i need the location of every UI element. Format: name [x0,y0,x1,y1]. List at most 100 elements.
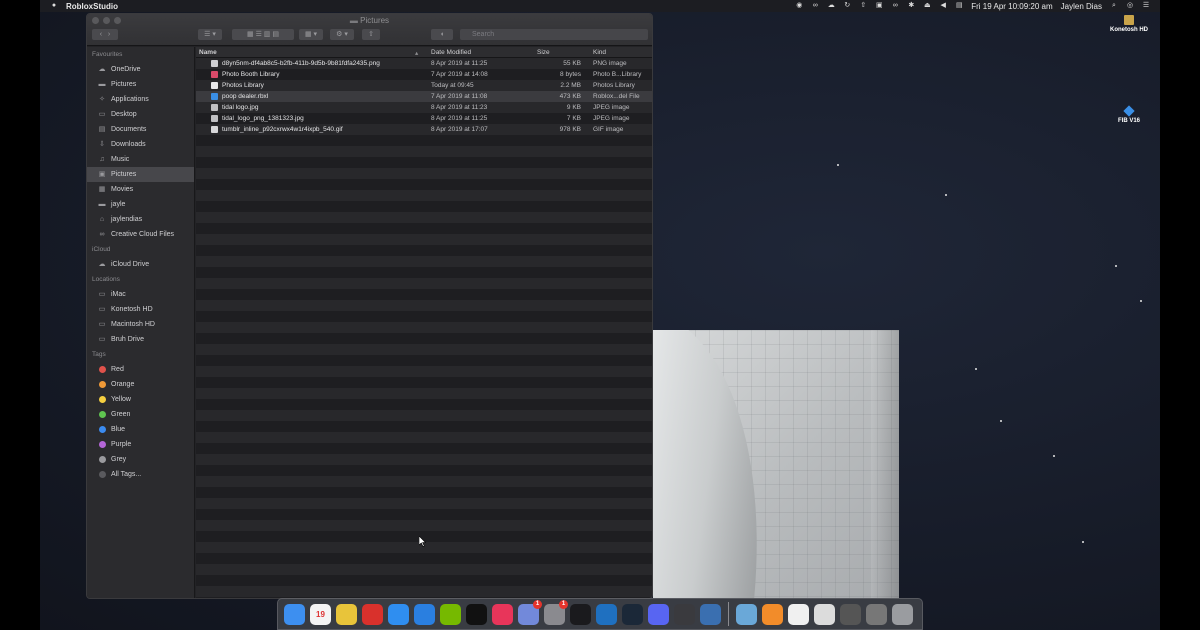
window-thumbnail-icon[interactable] [814,603,835,625]
calendar-icon[interactable]: 19 [310,603,331,625]
sidebar-item-movies[interactable]: ▦ Movies [87,182,194,197]
file-kind: Photos Library [593,82,635,89]
drive-icon [1124,15,1134,25]
tags-button[interactable]: ◖ [431,29,453,40]
sidebar-item-pictures[interactable]: ▣ Pictures [87,167,194,182]
sidebar-item-documents[interactable]: ▤ Documents [87,122,194,137]
user-menu[interactable]: Jaylen Dias [1061,2,1102,11]
sidebar-location-konetosh-hd[interactable]: ▭ Konetosh HD [87,302,194,317]
system-preferences-icon[interactable]: 1 [544,599,568,625]
trello-icon[interactable] [596,603,617,625]
search-input[interactable]: Search [460,29,648,40]
record-icon[interactable]: ◉ [795,2,803,10]
app-store-icon[interactable] [388,603,409,625]
sidebar-item-label: Konetosh HD [111,306,153,313]
sidebar-location-bruh-drive[interactable]: ▭ Bruh Drive [87,332,194,347]
battery-app-icon[interactable]: ▣ [875,2,883,10]
sidebar-item-creative-cloud-files[interactable]: ∞ Creative Cloud Files [87,227,194,242]
nvidia-icon[interactable] [440,603,461,625]
pages-icon[interactable] [762,603,783,625]
document-icon[interactable] [788,603,809,625]
sidebar-item-icloud-drive[interactable]: ☁ iCloud Drive [87,257,194,272]
sidebar-location-imac[interactable]: ▭ iMac [87,287,194,302]
file-size: 978 KB [559,126,581,133]
desktop-drive-konetosh[interactable]: Konetosh HD [1099,15,1159,33]
window-title: ▬ Pictures [349,16,390,25]
file-row[interactable]: tidal_logo_png_1381323.jpg 8 Apr 2019 at … [196,113,652,124]
clock[interactable]: Fri 19 Apr 10:09:20 am [971,2,1052,11]
steam-icon[interactable] [622,603,643,625]
sidebar-tag-green[interactable]: Green [87,407,194,422]
app-menu[interactable]: RobloxStudio [66,2,118,11]
creative-cloud-icon[interactable] [362,603,383,625]
spotlight-icon[interactable]: ⌕ [1110,2,1118,10]
share-button[interactable]: ⇧ [362,29,380,40]
tag-color-dot [99,396,106,403]
column-size[interactable]: Size [537,49,550,56]
eject-icon[interactable]: ⏏ [923,2,931,10]
sidebar-tag-all-tags[interactable]: All Tags... [87,467,194,482]
siri-icon[interactable]: ◎ [1126,2,1134,10]
audio-app-icon[interactable] [674,603,695,625]
action-gear-button[interactable]: ⚙ ▾ [330,29,354,40]
sidebar-location-macintosh-hd[interactable]: ▭ Macintosh HD [87,317,194,332]
column-name[interactable]: Name [199,49,217,56]
mouse-pointer-icon [419,536,427,547]
sidebar-tag-red[interactable]: Red [87,362,194,377]
sidebar-tag-blue[interactable]: Blue [87,422,194,437]
sidebar-tag-grey[interactable]: Grey [87,452,194,467]
window-thumbnail-icon[interactable] [840,603,861,625]
notification-center-icon[interactable]: ☰ [1142,2,1150,10]
file-row[interactable]: tumblr_inline_p92cxrwx4w1r4ixpb_540.gif 8… [196,124,652,135]
creative-cloud-status-icon[interactable]: ∞ [811,2,819,10]
shape-app-icon[interactable] [492,603,513,625]
arrange-button[interactable]: ▦ ▾ [299,29,323,40]
file-row[interactable]: Photos Library Today at 09:45 2.2 MB Photos… [196,80,652,91]
sidebar-item-jayle[interactable]: ▬ jayle [87,197,194,212]
sidebar-item-desktop[interactable]: ▭ Desktop [87,107,194,122]
sidebar-item-pictures[interactable]: ▬ Pictures [87,77,194,92]
discord-icon[interactable]: 1 [518,599,542,625]
desktop-file-fib[interactable]: FIB V16 [1099,105,1159,124]
trash-icon[interactable] [892,603,913,625]
view-mode-buttons[interactable]: ▦ ☰ ▥ ▤ [232,29,294,40]
sync-icon[interactable]: ↻ [843,2,851,10]
column-date[interactable]: Date Modified [431,49,471,56]
column-headers: Name ▴ Date Modified Size Kind [196,47,652,58]
discord-canary-icon[interactable] [648,603,669,625]
sidebar-tag-purple[interactable]: Purple [87,437,194,452]
roblox-studio-icon[interactable] [700,603,721,625]
chrome-icon[interactable] [336,603,357,625]
tag-color-dot [99,441,106,448]
apple-menu-icon[interactable]: ● [50,2,58,10]
back-forward-buttons[interactable]: ‹ › [92,29,118,40]
xcode-icon[interactable] [414,603,435,625]
group-by-button[interactable]: ☰ ▾ [198,29,222,40]
file-row[interactable]: poop dealer.rbxl 7 Apr 2019 at 11:08 473 K… [196,91,652,102]
finder-icon[interactable] [284,603,305,625]
file-row[interactable]: Photo Booth Library 7 Apr 2019 at 14:08 8 … [196,69,652,80]
file-name: tidal logo.jpg [222,104,259,111]
sidebar-item-onedrive[interactable]: ☁ OneDrive [87,62,194,77]
column-kind[interactable]: Kind [593,49,606,56]
sidebar-item-music[interactable]: ♫ Music [87,152,194,167]
sidebar-item-jaylendias[interactable]: ⌂ jaylendias [87,212,194,227]
sidebar-item-applications[interactable]: ✧ Applications [87,92,194,107]
upload-icon[interactable]: ⇧ [859,2,867,10]
cloud-icon[interactable]: ☁ [827,2,835,10]
tidal-icon[interactable] [466,603,487,625]
file-row[interactable]: d8yn5nm-df4ab8c5-b2fb-411b-9d5b-9b81fdfa… [196,58,652,69]
quicktime-icon[interactable] [570,603,591,625]
sidebar-item-label: OneDrive [111,66,141,73]
glasses-icon[interactable]: ∞ [891,2,899,10]
folder-icon[interactable] [736,603,757,625]
bluetooth-icon[interactable]: ✱ [907,2,915,10]
star [837,164,839,166]
sidebar-tag-orange[interactable]: Orange [87,377,194,392]
input-source-icon[interactable]: ▤ [955,2,963,10]
window-thumbnail-icon[interactable] [866,603,887,625]
file-row[interactable]: tidal logo.jpg 8 Apr 2019 at 11:23 9 KB JPE… [196,102,652,113]
sidebar-tag-yellow[interactable]: Yellow [87,392,194,407]
volume-icon[interactable]: ◀ [939,2,947,10]
sidebar-item-downloads[interactable]: ⇩ Downloads [87,137,194,152]
